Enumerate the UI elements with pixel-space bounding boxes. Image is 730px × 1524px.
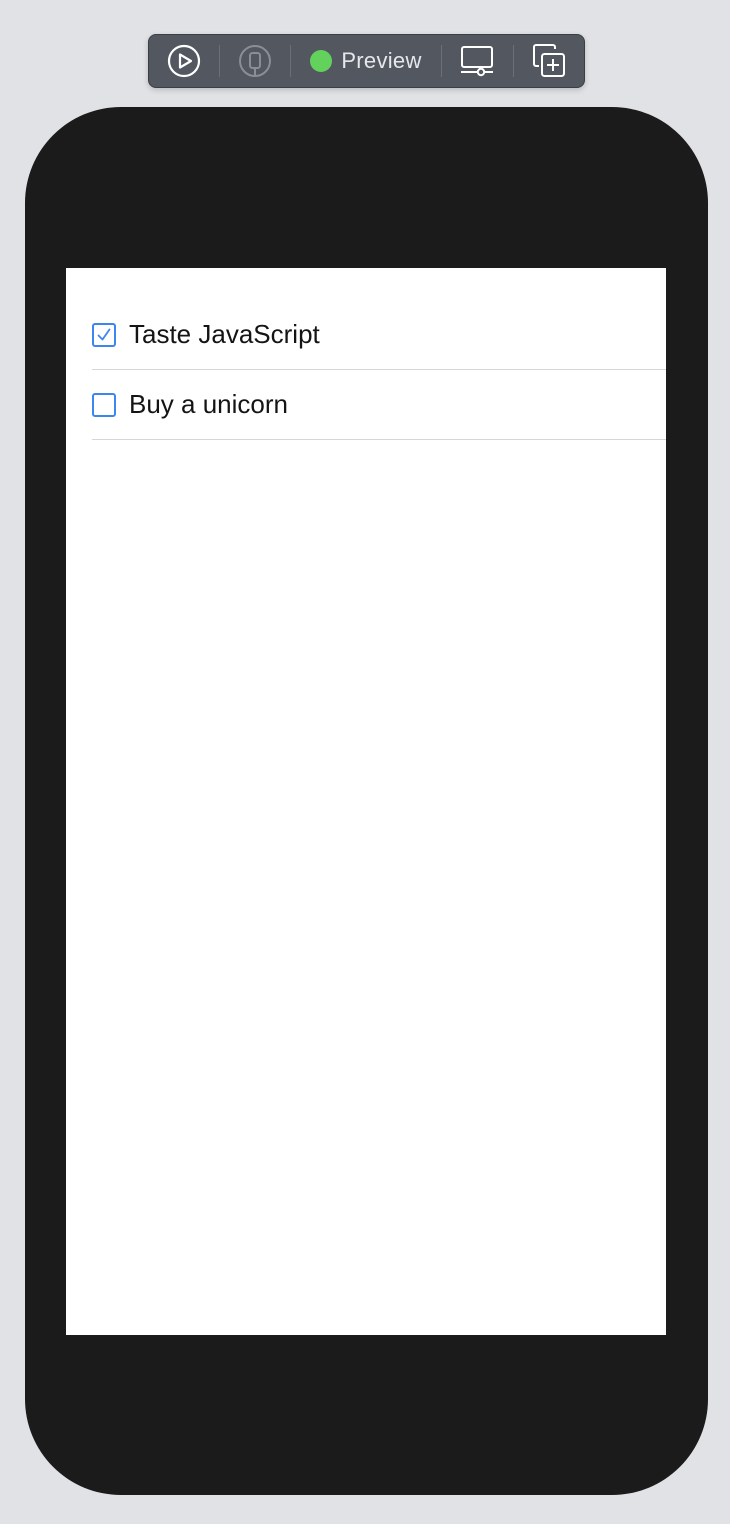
display-settings-button[interactable] [442, 35, 514, 87]
duplicate-preview-button[interactable] [514, 35, 584, 87]
duplicate-icon [533, 44, 566, 77]
checkmark-icon [97, 328, 111, 340]
todo-list: Taste JavaScript Buy a unicorn [92, 300, 666, 440]
live-preview-button[interactable] [149, 35, 219, 87]
todo-item[interactable]: Buy a unicorn [92, 370, 666, 440]
todo-item[interactable]: Taste JavaScript [92, 300, 666, 370]
device-frame: Taste JavaScript Buy a unicorn [25, 107, 708, 1495]
todo-label: Taste JavaScript [129, 319, 320, 349]
preview-mode-button[interactable]: Preview [291, 35, 440, 87]
todo-label: Buy a unicorn [129, 389, 288, 419]
todo-checkbox[interactable] [92, 322, 116, 347]
device-preview-button[interactable] [220, 35, 291, 87]
device-screen: Taste JavaScript Buy a unicorn [66, 268, 666, 1335]
preview-label: Preview [341, 48, 422, 73]
preview-toolbar: Preview [148, 34, 585, 88]
todo-checkbox[interactable] [92, 392, 116, 417]
device-icon [239, 45, 271, 77]
display-icon [461, 46, 494, 77]
status-indicator [310, 50, 333, 72]
play-circle-icon [167, 44, 200, 78]
